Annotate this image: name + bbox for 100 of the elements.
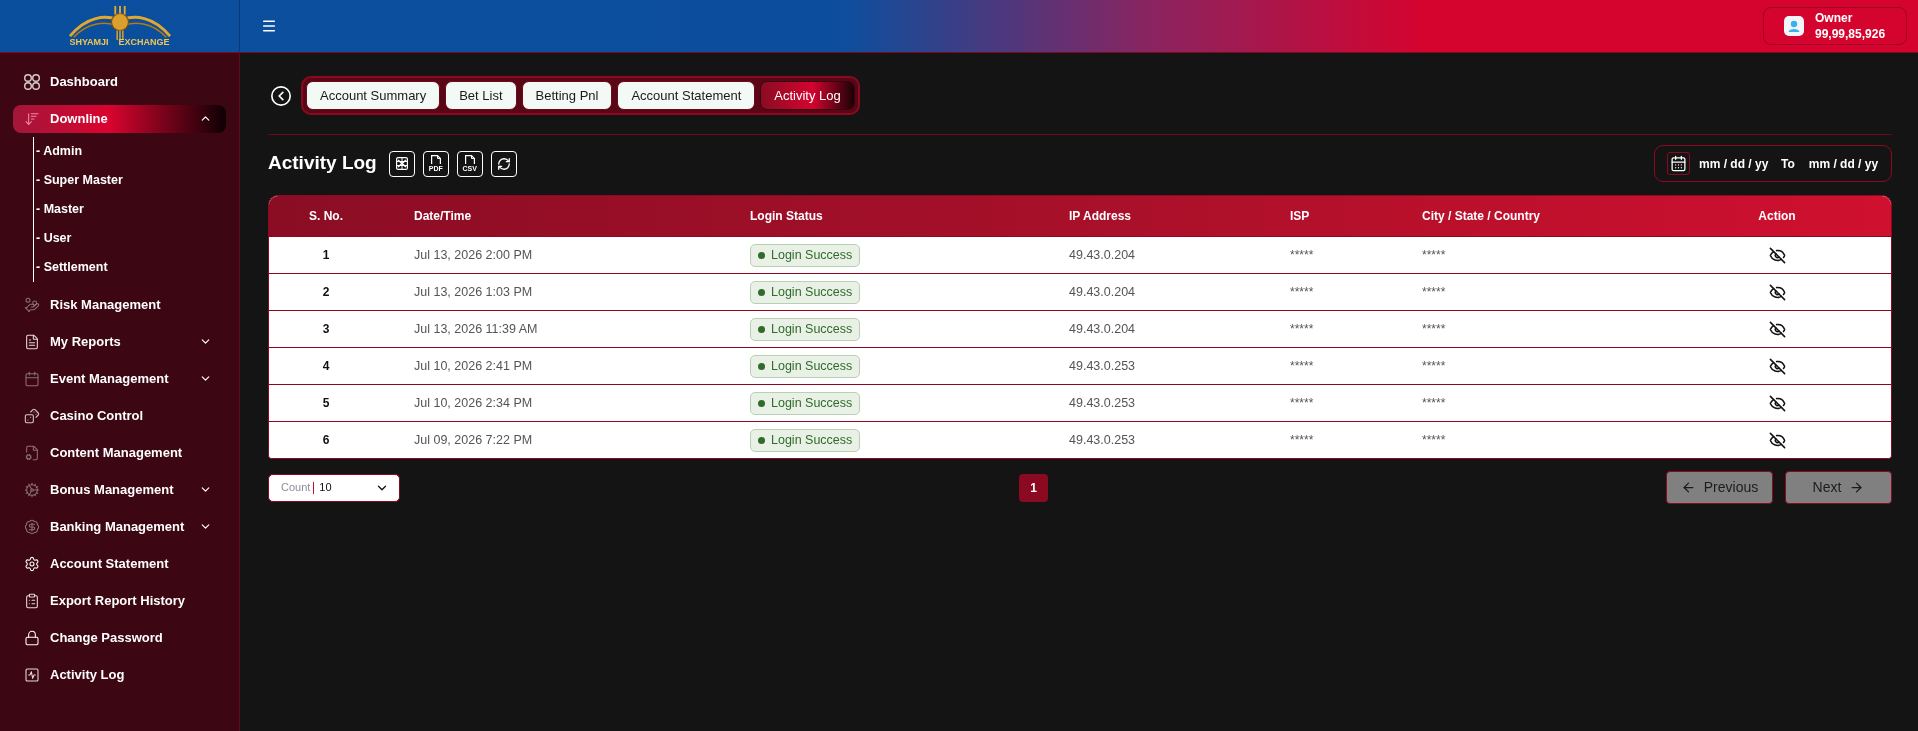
eye-off-icon[interactable] xyxy=(1768,357,1786,375)
sidebar-item[interactable]: Change Password xyxy=(13,623,226,652)
table-cell-text: ***** xyxy=(1289,284,1315,301)
status-label: Login Success xyxy=(771,431,853,449)
table-cell-text: Jul 10, 2026 2:41 PM xyxy=(413,357,534,375)
document-icon xyxy=(24,333,40,350)
table-cell-text: 2 xyxy=(321,284,331,301)
table-cell-text: ***** xyxy=(1421,432,1447,449)
table-cell-text: ***** xyxy=(1421,321,1447,338)
tab[interactable]: Betting Pnl xyxy=(521,81,613,110)
calendar-icon xyxy=(24,370,40,387)
status-label: Login Success xyxy=(771,283,853,301)
tab[interactable]: Account Summary xyxy=(306,81,441,110)
sidebar-item[interactable]: Dashboard xyxy=(13,67,226,96)
column-header: Login Status xyxy=(749,208,824,225)
table-cell-text: ***** xyxy=(1289,395,1315,412)
status-label: Login Success xyxy=(771,320,853,338)
sidebar-item[interactable]: Export Report History xyxy=(13,586,226,615)
circles-grid-icon xyxy=(24,73,40,90)
table-cell-text: 5 xyxy=(321,395,331,412)
sidebar-subitem[interactable]: - User xyxy=(34,227,78,250)
table-cell-text: Jul 13, 2026 11:39 AM xyxy=(413,320,539,338)
table-cell-text: 49.43.0.253 xyxy=(1068,394,1137,412)
eye-off-icon[interactable] xyxy=(1768,320,1786,338)
eye-off-icon[interactable] xyxy=(1768,283,1786,301)
table-cell-text: Jul 09, 2026 7:22 PM xyxy=(413,431,534,449)
sidebar-item[interactable]: Downline xyxy=(13,104,226,133)
menu-icon[interactable] xyxy=(261,18,277,34)
column-header: ISP xyxy=(1289,208,1311,225)
status-label: Login Success xyxy=(771,394,853,412)
file-gear-icon xyxy=(24,444,40,461)
tab[interactable]: Account Statement xyxy=(617,81,756,110)
hand-coins-icon xyxy=(24,296,40,313)
tab[interactable]: Activity Log xyxy=(760,81,855,110)
eye-off-icon[interactable] xyxy=(1768,431,1786,449)
logo-text: EXCHANGE xyxy=(118,37,170,47)
file-icon xyxy=(430,155,441,164)
account-role: Owner xyxy=(1815,10,1854,26)
table-cell-text: ***** xyxy=(1289,247,1315,264)
sidebar-item[interactable]: Banking Management xyxy=(13,512,226,541)
page-button[interactable]: 1 xyxy=(1019,473,1048,502)
sidebar-subitem[interactable]: - Settlement xyxy=(34,256,114,279)
spreadsheet-icon xyxy=(395,157,408,170)
sidebar-item[interactable]: Account Statement xyxy=(13,549,226,578)
account-button[interactable]: Owner 99,99,85,926 xyxy=(1763,7,1907,45)
table-cell-text: 1 xyxy=(321,247,331,264)
sidebar-item[interactable]: Event Management xyxy=(13,364,226,393)
refresh-button[interactable] xyxy=(490,150,517,177)
badge-dollar-icon xyxy=(24,518,40,535)
date-separator: To xyxy=(1781,155,1795,173)
table-cell-text: 49.43.0.204 xyxy=(1068,320,1137,338)
account-balance: 99,99,85,926 xyxy=(1815,26,1886,42)
bow-emblem-icon xyxy=(67,5,172,40)
calendar-icon[interactable] xyxy=(1667,152,1690,175)
file-icon xyxy=(464,155,475,164)
lock-icon xyxy=(24,629,40,646)
clipboard-icon xyxy=(24,592,40,609)
sidebar-item[interactable]: Casino Control xyxy=(13,401,226,430)
sidebar-item[interactable]: Content Management xyxy=(13,438,226,467)
sidebar-item[interactable]: Risk Management xyxy=(13,290,226,319)
eye-off-icon[interactable] xyxy=(1768,394,1786,412)
date-field[interactable]: mm / dd / yy xyxy=(1808,154,1885,173)
dice-icon xyxy=(24,407,40,424)
sort-descending-icon xyxy=(24,110,40,127)
table-cell-text: 49.43.0.253 xyxy=(1068,357,1137,375)
table-cell-text: ***** xyxy=(1289,432,1315,449)
back-icon[interactable] xyxy=(270,84,292,107)
count-select[interactable]: Count 10 xyxy=(268,473,400,502)
column-header: S. No. xyxy=(308,208,344,225)
sidebar-item[interactable]: My Reports xyxy=(13,327,226,356)
page-title: Activity Log xyxy=(268,151,377,176)
arrow-right-icon xyxy=(1849,480,1865,495)
table-cell-text: Jul 10, 2026 2:34 PM xyxy=(413,394,534,412)
sidebar-item[interactable]: Bonus Management xyxy=(13,475,226,504)
activity-chart-icon xyxy=(24,666,40,683)
settings-icon xyxy=(24,555,40,572)
table-cell-text: ***** xyxy=(1421,395,1447,412)
table-cell-text: ***** xyxy=(1421,284,1447,301)
sidebar-subitem[interactable]: - Super Master xyxy=(34,169,129,192)
table-cell-text: 49.43.0.253 xyxy=(1068,431,1137,449)
table-cell-text: 6 xyxy=(321,432,331,449)
user-avatar-icon xyxy=(1784,16,1804,36)
status-label: Login Success xyxy=(771,357,853,375)
excel-export-button[interactable] xyxy=(388,150,415,177)
table-cell-text: ***** xyxy=(1421,247,1447,264)
logo-text: SHYAMJI xyxy=(69,37,109,47)
status-label: Login Success xyxy=(771,246,853,264)
table-cell-text: ***** xyxy=(1289,358,1315,375)
table-cell-text: Jul 13, 2026 1:03 PM xyxy=(413,283,534,301)
tab[interactable]: Bet List xyxy=(445,81,517,110)
column-header: Action xyxy=(1757,208,1797,225)
column-header: City / State / Country xyxy=(1421,208,1541,225)
sidebar-subitem[interactable]: - Master xyxy=(34,198,90,221)
eye-off-icon[interactable] xyxy=(1768,246,1786,264)
table-cell-text: 49.43.0.204 xyxy=(1068,246,1137,264)
table-cell-text: ***** xyxy=(1289,321,1315,338)
refresh-icon xyxy=(496,156,511,171)
sidebar-item[interactable]: Activity Log xyxy=(13,660,226,689)
sidebar-subitem[interactable]: - Admin xyxy=(34,140,89,163)
date-field[interactable]: mm / dd / yy xyxy=(1699,154,1775,173)
